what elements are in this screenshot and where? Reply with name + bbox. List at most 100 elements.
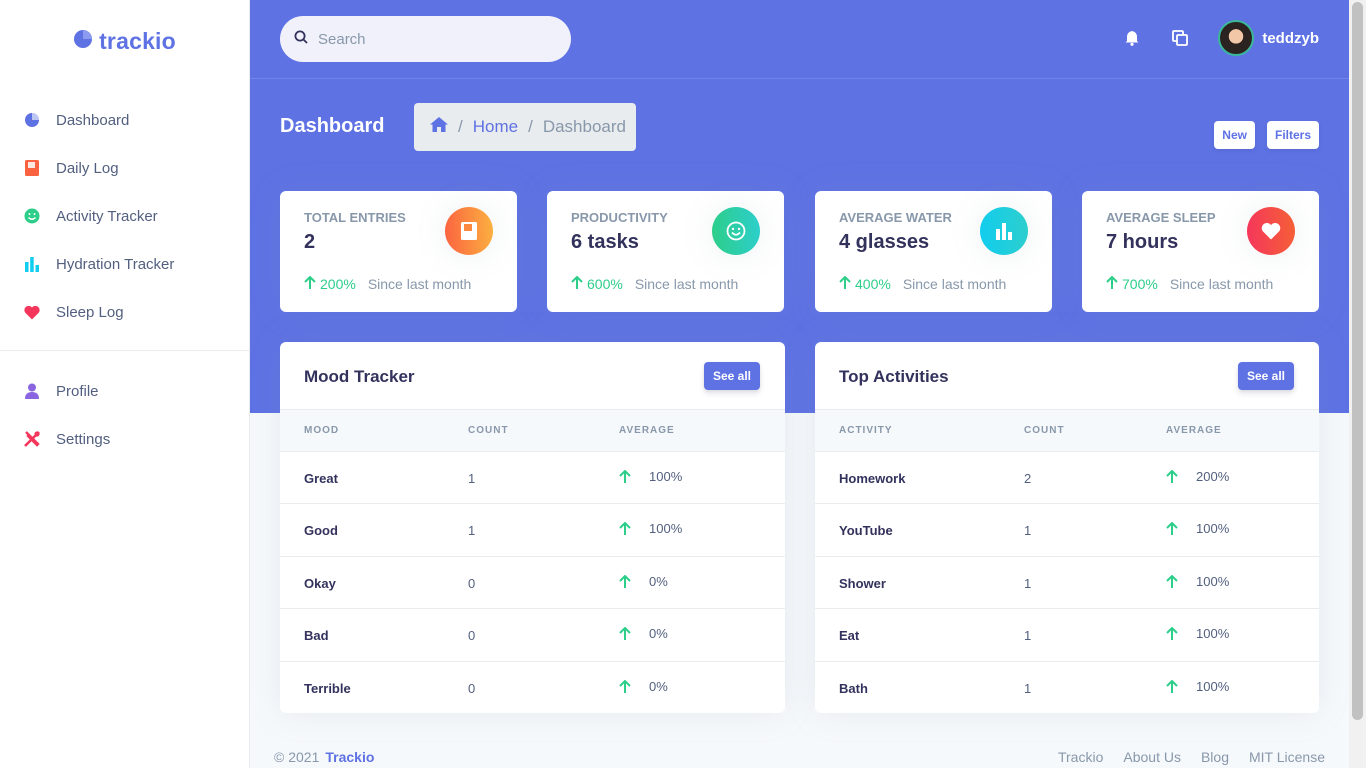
book-icon — [445, 207, 493, 255]
heart-icon — [24, 304, 40, 320]
table-row: Eat 1 100% — [815, 609, 1319, 662]
row-average: 100% — [1166, 574, 1229, 589]
stat-title: Average Water — [839, 210, 952, 225]
heart-icon — [1247, 207, 1295, 255]
column-header[interactable]: Mood — [304, 425, 339, 436]
row-average: 100% — [1166, 679, 1229, 694]
sidebar-nav: Dashboard Daily Log Activity Tracker Hyd… — [0, 96, 249, 336]
row-average-value: 100% — [649, 521, 683, 537]
row-count: 1 — [468, 471, 476, 486]
arrow-up-icon — [619, 522, 631, 536]
row-name: Homework — [839, 471, 906, 486]
filters-button[interactable]: Filters — [1266, 121, 1319, 149]
page-header: Dashboard / Home / Dashboard New Filters — [280, 103, 1319, 151]
row-average: 100% — [1166, 626, 1229, 641]
search-box[interactable] — [280, 16, 571, 62]
sidebar-item-label: Settings — [56, 430, 111, 448]
scrollbar-thumb[interactable] — [1352, 2, 1363, 720]
row-count: 0 — [468, 680, 476, 696]
column-header[interactable]: Count — [1024, 425, 1065, 436]
stat-since: Since last month — [902, 276, 1007, 292]
bell-icon[interactable] — [1122, 28, 1142, 48]
row-average-value: 100% — [1196, 521, 1230, 537]
row-average: 100% — [619, 521, 682, 536]
sidebar-secondary-nav: Profile Settings — [0, 367, 249, 463]
sidebar-item-sleep-log[interactable]: Sleep Log — [0, 288, 249, 336]
stat-value: 4 glasses — [839, 231, 930, 253]
brand-logo[interactable]: trackio — [0, 0, 249, 82]
sidebar-item-profile[interactable]: Profile — [0, 367, 249, 415]
table-row: Shower 1 100% — [815, 557, 1319, 610]
panel-header: Top Activities See all — [815, 342, 1319, 410]
breadcrumb-home-link[interactable]: Home — [473, 117, 518, 137]
header-buttons: New Filters — [1214, 121, 1319, 149]
footer-link-about-us[interactable]: About Us — [1123, 749, 1181, 765]
row-count: 1 — [1024, 680, 1032, 696]
footer-brand-link[interactable]: Trackio — [325, 749, 374, 765]
table-header: Activity Count Average — [815, 410, 1319, 452]
stat-title: Productivity — [571, 210, 668, 225]
panel-title: Top Activities — [839, 367, 949, 386]
column-header[interactable]: Count — [468, 425, 509, 436]
table-row: Good 1 100% — [280, 504, 785, 557]
bar-chart-icon — [980, 207, 1028, 255]
smile-icon — [712, 207, 760, 255]
row-average-value: 0% — [649, 573, 668, 589]
stat-since: Since last month — [1169, 276, 1274, 292]
row-average: 0% — [619, 626, 668, 641]
bar-chart-icon — [24, 256, 40, 272]
stat-since: Since last month — [367, 276, 472, 292]
arrow-up-icon — [1166, 470, 1178, 483]
new-button[interactable]: New — [1214, 121, 1255, 149]
search-icon — [294, 30, 308, 49]
arrow-up-icon — [619, 574, 631, 588]
row-average-value: 100% — [1196, 573, 1230, 589]
sidebar-item-settings[interactable]: Settings — [0, 415, 249, 463]
sidebar-item-dashboard[interactable]: Dashboard — [0, 96, 249, 144]
stat-title: Average Sleep — [1106, 210, 1216, 225]
sidebar-item-label: Sleep Log — [56, 303, 124, 321]
stat-value: 2 — [304, 231, 316, 253]
search-input[interactable] — [318, 30, 538, 48]
stat-card-average-sleep: Average Sleep 7 hours 700% Since last mo… — [1082, 191, 1319, 312]
see-all-button[interactable]: See all — [1237, 362, 1294, 390]
table-row: Bath 1 100% — [815, 662, 1319, 713]
sidebar-item-activity-tracker[interactable]: Activity Tracker — [0, 192, 249, 240]
stat-value: 7 hours — [1106, 231, 1179, 253]
arrow-up-icon — [619, 679, 631, 693]
stat-footer: 700% Since last month — [1106, 275, 1274, 292]
row-name: Great — [304, 471, 338, 486]
pie-chart-icon — [73, 29, 93, 54]
footer: © 2021 Trackio Trackio About Us Blog MIT … — [274, 749, 1325, 765]
stat-since: Since last month — [634, 276, 739, 292]
sidebar-item-hydration-tracker[interactable]: Hydration Tracker — [0, 240, 249, 288]
brand-name: trackio — [99, 27, 176, 54]
home-icon[interactable] — [430, 117, 448, 137]
footer-link-trackio[interactable]: Trackio — [1058, 749, 1103, 765]
footer-link-blog[interactable]: Blog — [1201, 749, 1229, 765]
row-name: Okay — [304, 575, 336, 591]
footer-links: Trackio About Us Blog MIT License — [1058, 749, 1325, 765]
username[interactable]: teddzyb — [1262, 30, 1319, 47]
column-header[interactable]: Average — [1166, 425, 1222, 436]
column-header[interactable]: Activity — [839, 425, 893, 436]
footer-link-mit-license[interactable]: MIT License — [1249, 749, 1325, 765]
row-average-value: 0% — [649, 678, 668, 694]
row-average: 0% — [619, 574, 668, 589]
sidebar-item-daily-log[interactable]: Daily Log — [0, 144, 249, 192]
sidebar-item-label: Hydration Tracker — [56, 255, 175, 273]
column-header[interactable]: Average — [619, 425, 675, 436]
page-scrollbar[interactable] — [1349, 0, 1366, 768]
see-all-button[interactable]: See all — [703, 362, 760, 390]
row-name: YouTube — [839, 523, 893, 539]
table-row: Homework 2 200% — [815, 452, 1319, 505]
avatar[interactable] — [1218, 20, 1255, 56]
stat-card-productivity: Productivity 6 tasks 600% Since last mon… — [547, 191, 784, 312]
arrow-up-icon — [1166, 627, 1178, 641]
sidebar-item-label: Activity Tracker — [56, 207, 158, 225]
table-header: Mood Count Average — [280, 410, 785, 452]
windows-icon[interactable] — [1170, 28, 1190, 48]
stat-percent: 400% — [855, 276, 891, 292]
arrow-up-icon — [619, 627, 631, 641]
stat-percent: 600% — [587, 276, 623, 292]
